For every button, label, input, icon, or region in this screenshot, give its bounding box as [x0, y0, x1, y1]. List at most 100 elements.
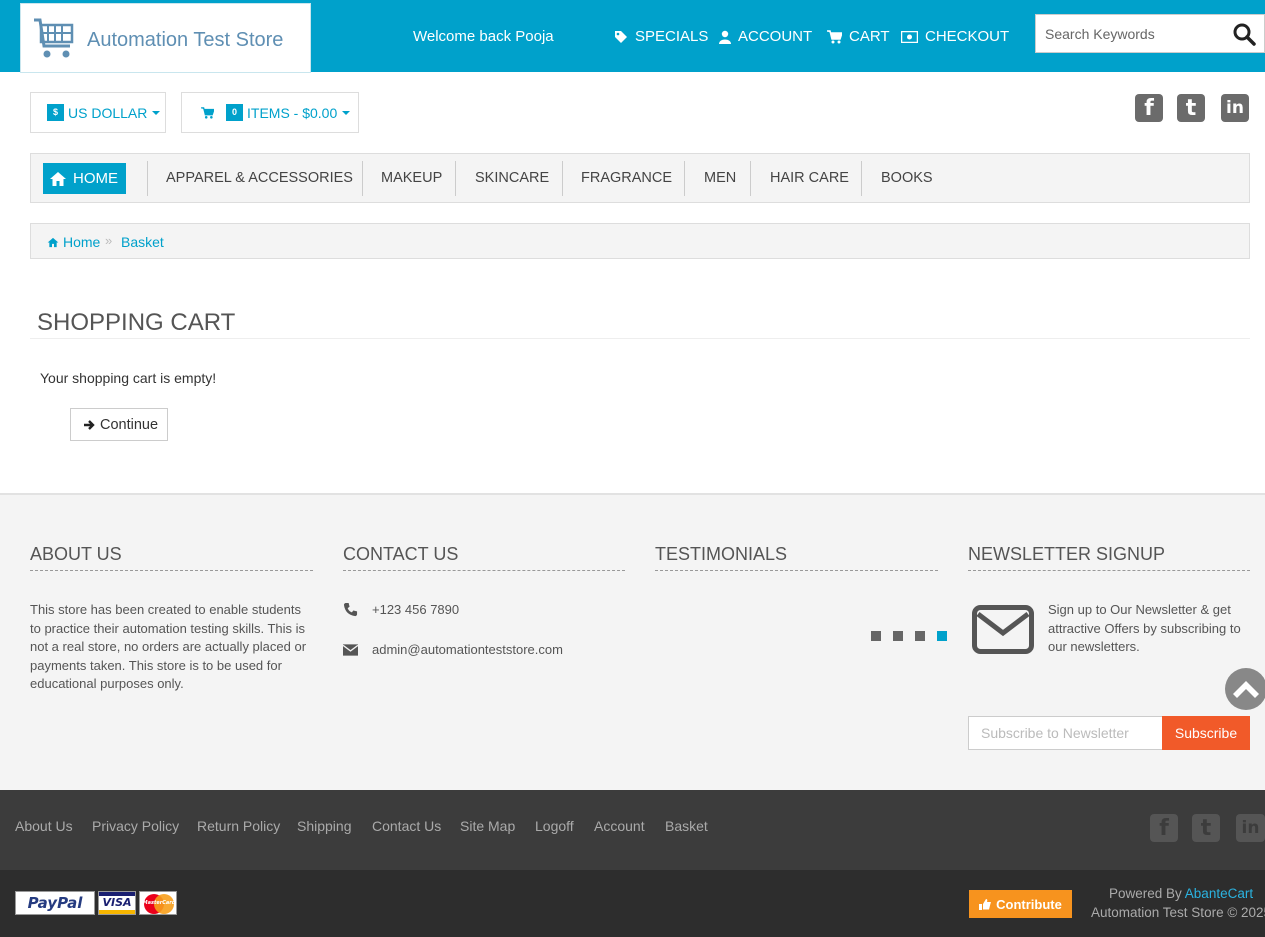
- paypal-logo: PayPal: [15, 891, 95, 915]
- contact-divider: [343, 570, 625, 571]
- mastercard-logo-text: MasterCard: [142, 900, 176, 906]
- home-icon: [50, 171, 66, 186]
- carousel-dot-active[interactable]: [937, 631, 947, 641]
- cart-icon: [827, 29, 842, 43]
- footer-link-about[interactable]: About Us: [15, 818, 73, 834]
- subscribe-button[interactable]: Subscribe: [1162, 716, 1250, 750]
- about-text: This store has been created to enable st…: [30, 602, 307, 691]
- copyright: Automation Test Store © 2025: [1091, 905, 1265, 920]
- menu-makeup[interactable]: MAKEUP: [381, 170, 442, 186]
- footer-link-privacy[interactable]: Privacy Policy: [92, 818, 179, 834]
- newsletter-divider: [968, 570, 1250, 571]
- nav-cart-label: CART: [849, 28, 890, 45]
- carousel-dot[interactable]: [915, 631, 925, 641]
- menu-home-label: HOME: [73, 170, 118, 187]
- carousel-dot[interactable]: [893, 631, 903, 641]
- footer-link-account[interactable]: Account: [594, 818, 645, 834]
- continue-label: Continue: [100, 416, 159, 433]
- abantecart-link[interactable]: AbanteCart: [1185, 886, 1253, 901]
- contact-phone: +123 456 7890: [343, 602, 459, 617]
- nav-checkout[interactable]: CHECKOUT: [901, 28, 1009, 45]
- envelope-large-icon: [972, 605, 1034, 654]
- nav-account[interactable]: ACCOUNT: [719, 28, 812, 45]
- breadcrumb-basket[interactable]: Basket: [121, 234, 164, 250]
- continue-button[interactable]: Continue: [70, 408, 168, 441]
- cart-dropdown[interactable]: 0 ITEMS - $0.00: [181, 92, 359, 133]
- search-box: [1035, 14, 1265, 53]
- menu-home[interactable]: HOME: [43, 163, 126, 194]
- main-menu: HOME APPAREL & ACCESSORIES MAKEUP SKINCA…: [30, 153, 1250, 203]
- footer-link-basket[interactable]: Basket: [665, 818, 708, 834]
- menu-divider: [750, 161, 751, 196]
- about-divider: [30, 570, 313, 571]
- footer-link-shipping[interactable]: Shipping: [297, 818, 352, 834]
- about-title: ABOUT US: [30, 544, 122, 564]
- breadcrumb: Home » Basket: [30, 223, 1250, 259]
- store-logo[interactable]: Automation Test Store: [20, 3, 311, 73]
- currency-badge: $: [47, 104, 64, 121]
- mastercard-logo: MasterCard: [139, 891, 177, 915]
- cart-count-badge: 0: [226, 104, 243, 121]
- cart-logo-icon: [34, 18, 74, 58]
- menu-men[interactable]: MEN: [704, 170, 736, 186]
- visa-logo: VISA: [98, 891, 136, 915]
- currency-label: US DOLLAR: [68, 104, 148, 121]
- chevron-down-icon: [342, 110, 351, 115]
- nav-account-label: ACCOUNT: [738, 28, 813, 45]
- thumbs-up-icon: [979, 898, 992, 910]
- nav-checkout-label: CHECKOUT: [925, 28, 1010, 45]
- menu-hair-care[interactable]: HAIR CARE: [770, 170, 849, 186]
- footer-bottom: [0, 870, 1265, 937]
- footer-link-logoff[interactable]: Logoff: [535, 818, 574, 834]
- menu-fragrance[interactable]: FRAGRANCE: [581, 170, 672, 186]
- envelope-icon: [343, 643, 358, 656]
- scroll-to-top-button[interactable]: [1225, 668, 1265, 710]
- breadcrumb-home[interactable]: Home: [47, 234, 100, 250]
- footer-link-contact[interactable]: Contact Us: [372, 818, 441, 834]
- user-icon: [719, 30, 731, 44]
- facebook-icon[interactable]: f: [1135, 94, 1163, 122]
- email-address[interactable]: admin@automationteststore.com: [372, 642, 563, 657]
- menu-skincare[interactable]: SKINCARE: [475, 170, 549, 186]
- search-input[interactable]: [1036, 15, 1226, 52]
- empty-cart-message: Your shopping cart is empty!: [40, 370, 217, 386]
- linkedin-icon[interactable]: in: [1236, 814, 1265, 842]
- twitter-icon[interactable]: t: [1192, 814, 1220, 842]
- contribute-button[interactable]: Contribute: [969, 890, 1072, 918]
- visa-logo-text: VISA: [102, 896, 132, 909]
- welcome-message[interactable]: Welcome back Pooja: [413, 28, 554, 45]
- nav-cart[interactable]: CART: [827, 28, 890, 45]
- page-title: SHOPPING CART: [37, 309, 236, 336]
- money-icon: [901, 30, 918, 43]
- powered-by: Powered By AbanteCart: [1109, 886, 1253, 901]
- menu-divider: [455, 161, 456, 196]
- tag-icon: [615, 30, 627, 43]
- search-icon[interactable]: [1232, 22, 1256, 46]
- breadcrumb-home-label: Home: [63, 234, 101, 250]
- twitter-icon[interactable]: t: [1177, 94, 1205, 122]
- contribute-label: Contribute: [996, 896, 1062, 912]
- currency-dropdown[interactable]: $ US DOLLAR: [30, 92, 166, 133]
- cart-icon: [201, 106, 214, 119]
- contact-title: CONTACT US: [343, 544, 459, 564]
- nav-specials-label: SPECIALS: [635, 28, 709, 45]
- menu-divider: [362, 161, 363, 196]
- chevron-down-icon: [152, 110, 161, 115]
- menu-divider: [684, 161, 685, 196]
- logo-text: Automation Test Store: [87, 29, 284, 51]
- menu-divider: [861, 161, 862, 196]
- cart-summary-label: ITEMS - $0.00: [247, 104, 338, 121]
- nav-specials[interactable]: SPECIALS: [614, 28, 708, 45]
- menu-divider: [147, 161, 148, 196]
- footer-link-sitemap[interactable]: Site Map: [460, 818, 515, 834]
- facebook-icon[interactable]: f: [1150, 814, 1178, 842]
- contact-email: admin@automationteststore.com: [343, 642, 563, 657]
- newsletter-email-input[interactable]: [968, 716, 1163, 750]
- breadcrumb-separator: »: [105, 233, 113, 248]
- phone-icon: [343, 602, 358, 617]
- menu-apparel[interactable]: APPAREL & ACCESSORIES: [166, 170, 353, 186]
- linkedin-icon[interactable]: in: [1221, 94, 1249, 122]
- menu-books[interactable]: BOOKS: [881, 170, 933, 186]
- footer-link-return[interactable]: Return Policy: [197, 818, 280, 834]
- carousel-dot[interactable]: [871, 631, 881, 641]
